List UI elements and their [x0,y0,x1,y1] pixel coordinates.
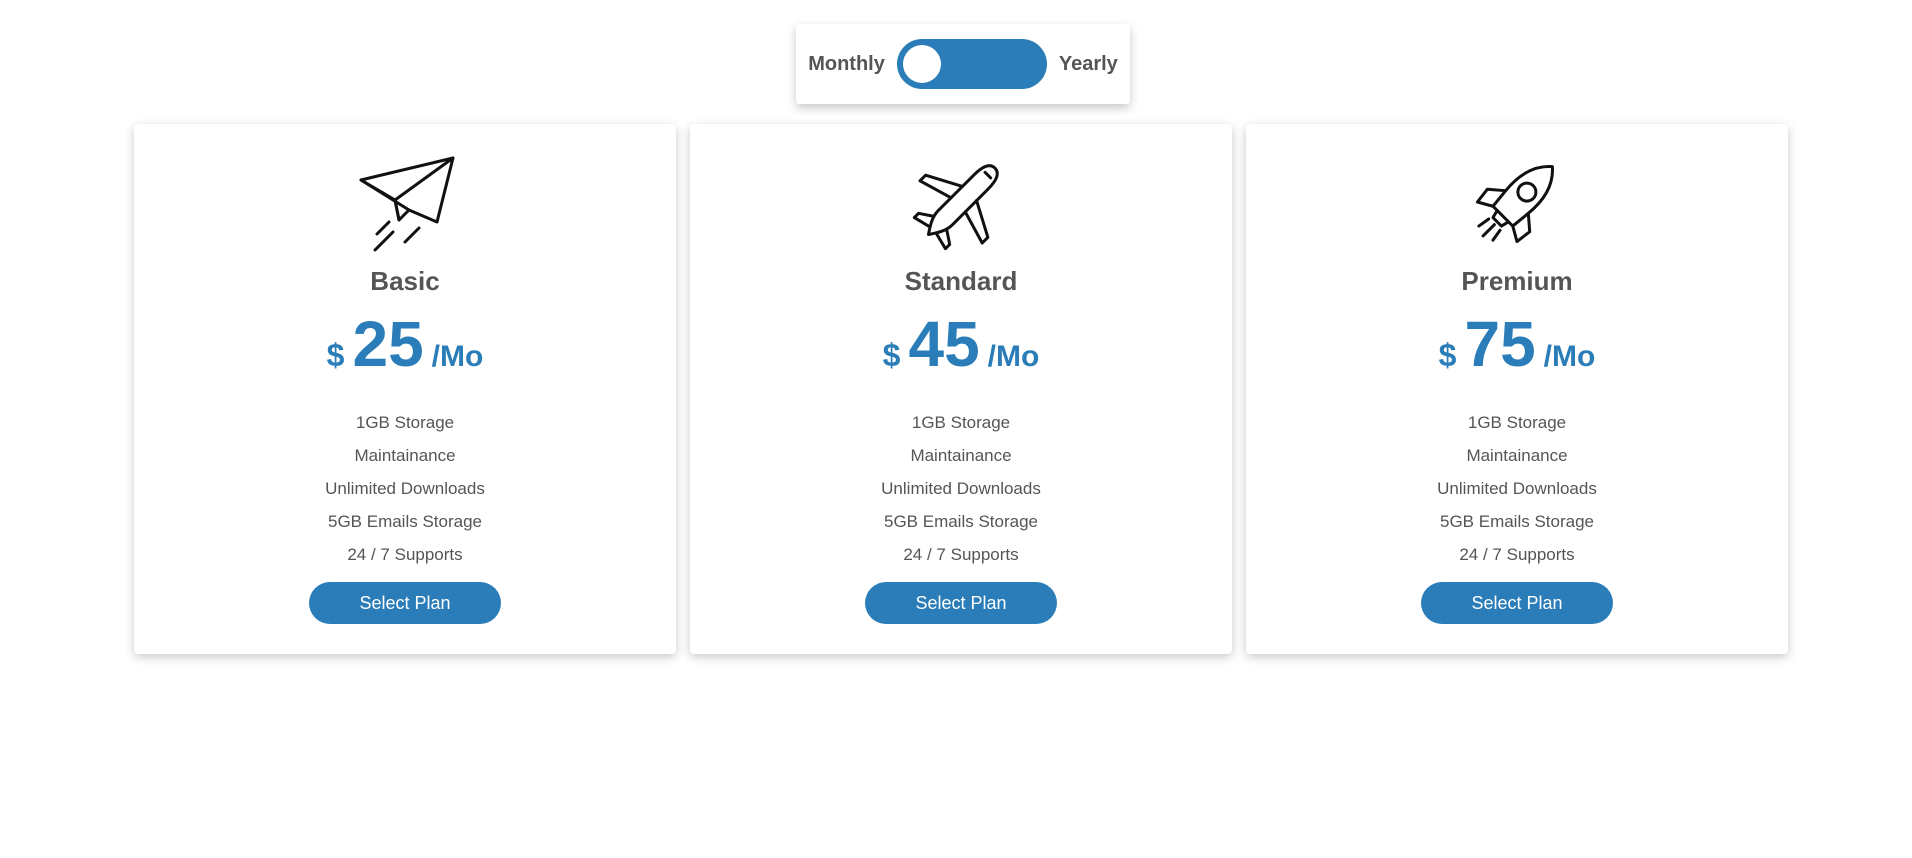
plan-name: Premium [1461,266,1573,296]
feature-item: Maintainance [354,446,456,465]
monthly-label[interactable]: Monthly [808,53,885,76]
plan-card-premium: Premium $ 75 /Mo 1GB Storage Maintainanc… [1246,124,1788,654]
feature-list: 1GB Storage Maintainance Unlimited Downl… [1246,406,1788,571]
price-currency: $ [1438,337,1457,373]
airplane-icon [690,150,1232,254]
feature-item: 24 / 7 Supports [1459,545,1575,564]
feature-item: 24 / 7 Supports [347,545,463,564]
feature-item: Maintainance [910,446,1012,465]
price-currency: $ [326,337,345,373]
yearly-label[interactable]: Yearly [1059,53,1118,76]
price-period: /Mo [987,340,1040,373]
plan-name: Basic [370,266,440,296]
price-amount: 75 [1464,308,1536,380]
price-amount: 25 [352,308,424,380]
price-amount: 45 [908,308,980,380]
feature-item: Unlimited Downloads [881,479,1041,498]
feature-item: 5GB Emails Storage [327,512,482,531]
feature-item: 1GB Storage [355,413,455,432]
feature-item: Unlimited Downloads [325,479,485,498]
plan-card-basic: Basic $ 25 /Mo 1GB Storage Maintainance … [134,124,676,654]
plan-price: $ 25 /Mo [134,312,676,376]
paper-plane-icon [134,150,676,254]
feature-list: 1GB Storage Maintainance Unlimited Downl… [690,406,1232,571]
select-plan-button-standard[interactable]: Select Plan [865,582,1057,624]
feature-item: 5GB Emails Storage [1439,512,1594,531]
feature-item: 1GB Storage [1467,413,1567,432]
pricing-cards: Basic $ 25 /Mo 1GB Storage Maintainance … [134,124,1788,654]
plan-price: $ 45 /Mo [690,312,1232,376]
feature-item: 24 / 7 Supports [903,545,1019,564]
feature-item: Maintainance [1466,446,1568,465]
billing-period-switch[interactable] [896,39,1047,89]
feature-item: Unlimited Downloads [1437,479,1597,498]
select-plan-button-premium[interactable]: Select Plan [1421,582,1613,624]
feature-item: 5GB Emails Storage [883,512,1038,531]
select-plan-button-basic[interactable]: Select Plan [309,582,501,624]
switch-knob[interactable] [902,45,941,83]
price-period: /Mo [431,340,484,373]
billing-toggle-panel: Monthly Yearly [796,24,1130,104]
price-currency: $ [882,337,901,373]
price-period: /Mo [1543,340,1596,373]
feature-list: 1GB Storage Maintainance Unlimited Downl… [134,406,676,571]
feature-item: 1GB Storage [911,413,1011,432]
plan-name: Standard [904,266,1018,296]
plan-price: $ 75 /Mo [1246,312,1788,376]
plan-card-standard: Standard $ 45 /Mo 1GB Storage Maintainan… [690,124,1232,654]
rocket-icon [1246,150,1788,254]
